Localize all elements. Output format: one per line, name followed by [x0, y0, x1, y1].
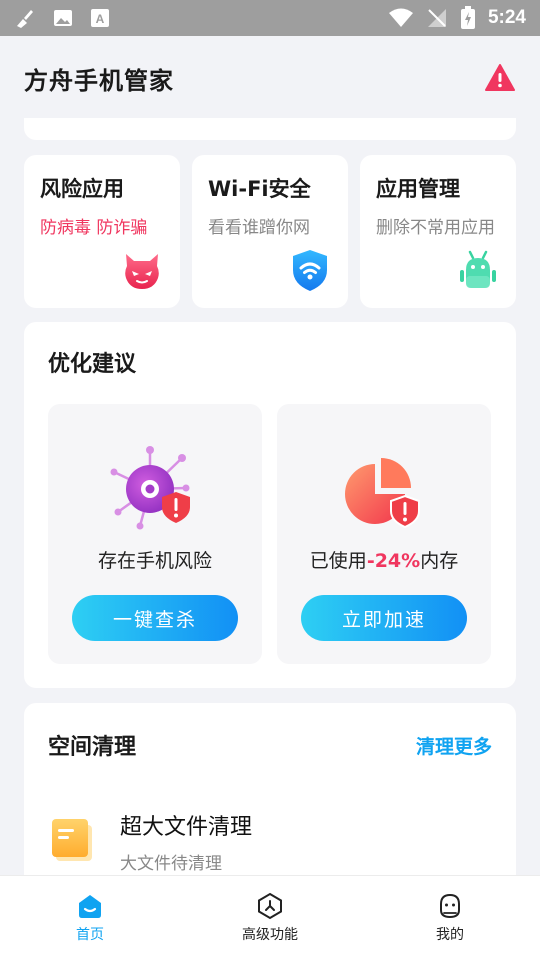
card-title: Wi-Fi安全	[208, 177, 311, 201]
wifi-shield-icon	[293, 250, 327, 291]
app-header: 方舟手机管家	[0, 36, 540, 120]
bottom-tab-bar: 首页 高级功能 我的	[0, 875, 540, 960]
card-title: 风险应用	[40, 177, 124, 201]
warning-icon[interactable]	[484, 62, 516, 94]
memory-usage-label: 已使用-24%内存	[277, 546, 491, 573]
file-icon	[52, 819, 92, 861]
wifi-security-card[interactable]: Wi-Fi安全 看看谁蹭你网	[192, 155, 348, 308]
clean-more-link[interactable]: 清理更多	[416, 732, 492, 759]
pie-chart-shield-icon	[345, 458, 420, 529]
devil-icon	[125, 254, 159, 289]
card-subtitle: 删除不常用应用	[376, 218, 495, 238]
item-subtitle: 大文件待清理	[120, 854, 222, 874]
optimize-section: 优化建议 存在手机风险 一键查杀 已使用-24%内存 立即加速	[24, 322, 516, 688]
risk-apps-card[interactable]: 风险应用 防病毒 防诈骗	[24, 155, 180, 308]
card-subtitle: 防病毒 防诈骗	[40, 218, 148, 238]
tab-home[interactable]: 首页	[0, 876, 180, 960]
large-file-cleanup-item[interactable]: 超大文件清理 大文件待清理	[48, 809, 252, 874]
label-suffix: 内存	[420, 550, 459, 572]
speed-up-button[interactable]: 立即加速	[301, 595, 467, 641]
memory-tile: 已使用-24%内存 立即加速	[277, 404, 491, 664]
tab-label: 我的	[436, 927, 464, 943]
image-icon	[54, 10, 72, 26]
memory-percent: -24%	[366, 550, 421, 572]
tab-label: 高级功能	[242, 927, 298, 943]
space-cleanup-section: 空间清理 清理更多 超大文件清理 大文件待清理	[24, 703, 516, 903]
label-prefix: 已使用	[309, 550, 367, 572]
card-title: 应用管理	[376, 177, 460, 201]
collapsed-card	[24, 118, 516, 140]
wifi-icon	[388, 8, 413, 27]
section-title: 空间清理	[48, 735, 137, 760]
app-title: 方舟手机管家	[24, 66, 174, 95]
tile-label: 存在手机风险	[97, 550, 212, 572]
one-click-kill-button[interactable]: 一键查杀	[72, 595, 238, 641]
app-management-card[interactable]: 应用管理 删除不常用应用	[360, 155, 516, 308]
svg-text:A: A	[96, 12, 105, 26]
home-icon	[79, 895, 101, 918]
text-icon: A	[91, 9, 109, 27]
section-title: 优化建议	[48, 352, 137, 377]
profile-icon	[440, 893, 460, 919]
tab-advanced[interactable]: 高级功能	[180, 876, 360, 960]
phone-risk-tile: 存在手机风险 一键查杀	[48, 404, 262, 664]
tab-label: 首页	[76, 927, 104, 943]
virus-shield-icon	[110, 446, 190, 530]
tab-profile[interactable]: 我的	[360, 876, 540, 960]
signal-off-icon	[427, 9, 446, 27]
battery-charging-icon	[460, 6, 475, 29]
advanced-icon	[258, 892, 282, 920]
item-title: 超大文件清理	[120, 815, 253, 840]
card-subtitle: 看看谁蹭你网	[208, 218, 310, 238]
status-bar: A 5:24	[0, 0, 540, 36]
clock: 5:24	[487, 7, 526, 28]
android-icon	[460, 250, 496, 288]
broom-icon	[17, 10, 33, 28]
